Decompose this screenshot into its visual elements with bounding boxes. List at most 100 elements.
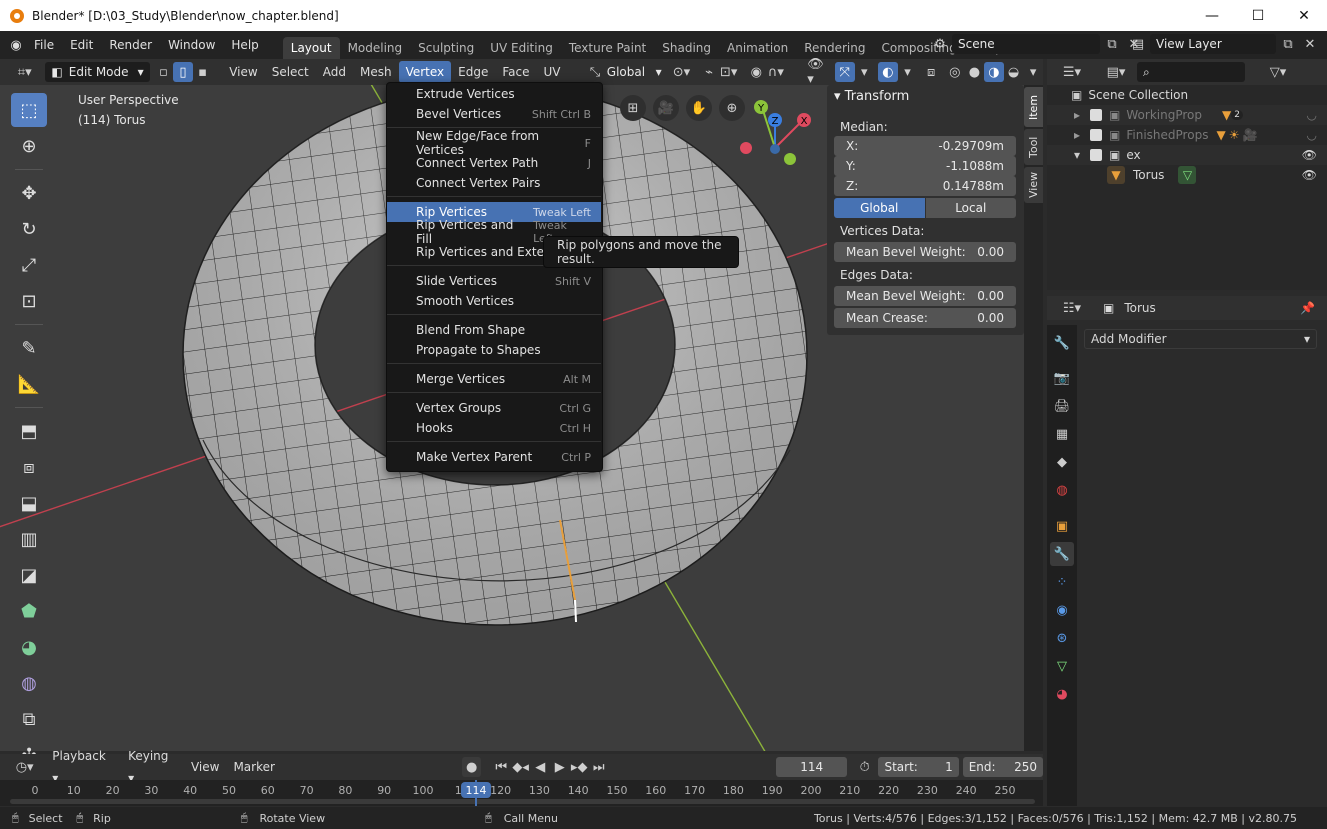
orientation-select[interactable]: Global ▾ — [604, 62, 664, 82]
playhead-marker[interactable]: 114 — [461, 782, 491, 798]
tab-uv-editing[interactable]: UV Editing — [482, 37, 561, 59]
overlay-dropdown-icon[interactable]: ▾ — [898, 62, 918, 82]
add-modifier-dropdown[interactable]: Add Modifier ▾ — [1084, 329, 1317, 349]
menu-new-edge-face[interactable]: New Edge/Face from Vertices F — [387, 129, 601, 157]
outliner-row-torus[interactable]: ▼ Torus ▽ 👁 — [1047, 165, 1327, 185]
measure-tool-icon[interactable]: 📐 — [11, 367, 47, 401]
menu-vertex-groups[interactable]: Vertex Groups Ctrl G — [387, 398, 601, 418]
shading-dropdown-icon[interactable]: ▾ — [1023, 62, 1043, 82]
timeline-ruler[interactable]: 250 240 230 220 210 200 190 180 170 160 150 140 130 1… — [0, 780, 1043, 806]
new-scene-icon[interactable]: ⧉ — [1102, 34, 1122, 54]
header-menu-face[interactable]: Face — [495, 61, 536, 83]
view-layer-field[interactable]: View Layer — [1150, 34, 1276, 54]
current-frame-field[interactable]: 114 — [776, 757, 847, 777]
overlay-icon[interactable]: ◐ — [878, 62, 898, 82]
mean-crease-field[interactable]: Mean Crease: 0.00 — [834, 308, 1016, 328]
menu-connect-vertex-path[interactable]: Connect Vertex Path J — [387, 153, 601, 173]
menu-merge-vertices[interactable]: Merge Vertices Alt M — [387, 369, 601, 389]
scene-field[interactable]: Scene — [952, 34, 1100, 54]
move-tool-icon[interactable]: ✥ — [11, 176, 47, 210]
loop-cut-tool-icon[interactable]: ▥ — [11, 522, 47, 556]
orientation-icon[interactable]: ⤡ — [585, 62, 605, 82]
tab-texture-paint[interactable]: Texture Paint — [561, 37, 654, 59]
menu-hooks[interactable]: Hooks Ctrl H — [387, 418, 601, 438]
new-view-layer-icon[interactable]: ⧉ — [1278, 34, 1298, 54]
pan-hand-icon[interactable]: ✋ — [686, 95, 712, 121]
vertex-select-icon[interactable]: ▫ — [154, 62, 174, 82]
properties-editor-icon[interactable]: ☷▾ — [1057, 298, 1087, 318]
timeline-editor-icon[interactable]: ◷▾ — [10, 757, 39, 777]
outliner-search-input[interactable]: ⌕ — [1137, 62, 1245, 82]
tab-tool[interactable]: Tool — [1024, 129, 1043, 165]
menu-blend-from-shape[interactable]: Blend From Shape — [387, 320, 601, 340]
snap-target-icon[interactable]: ⊡▾ — [719, 62, 739, 82]
timeline-menu-marker[interactable]: Marker — [226, 756, 281, 778]
median-z-field[interactable]: Z: 0.14788m — [834, 176, 1016, 196]
extrude-tool-icon[interactable]: ⬒ — [11, 414, 47, 448]
menu-slide-vertices[interactable]: Slide Vertices Shift V — [387, 271, 601, 291]
collapse-arrow-icon[interactable]: ▾ — [1074, 148, 1080, 162]
header-menu-add[interactable]: Add — [316, 61, 353, 83]
pin-icon[interactable]: 📌 — [1300, 301, 1315, 315]
shrink-tool-icon[interactable]: ⧉ — [11, 702, 47, 736]
transform-header[interactable]: ▾ Transform — [834, 89, 909, 104]
camera-icon[interactable]: 🎥 — [653, 95, 679, 121]
outliner-row-finishedprops[interactable]: ▸ ▣ FinishedProps ▼ ☀ 🎥 ◡ — [1047, 125, 1327, 145]
play-icon[interactable]: ▶ — [550, 757, 570, 777]
spin-tool-icon[interactable]: ◕ — [11, 630, 47, 664]
mesh-data-icon[interactable]: ▽ — [1178, 166, 1197, 184]
rotate-tool-icon[interactable]: ↻ — [11, 212, 47, 246]
vertex-bevel-weight-field[interactable]: Mean Bevel Weight: 0.00 — [834, 242, 1016, 262]
tab-sculpting[interactable]: Sculpting — [410, 37, 482, 59]
header-menu-edge[interactable]: Edge — [451, 61, 495, 83]
solid-shading-icon[interactable]: ● — [965, 62, 985, 82]
world-properties-icon[interactable]: ◍ — [1050, 478, 1074, 502]
checkbox-icon[interactable] — [1090, 109, 1103, 121]
hidden-eye-icon[interactable]: ◡ — [1307, 108, 1317, 122]
median-y-field[interactable]: Y: -1.1088m — [834, 156, 1016, 176]
menu-smooth-vertices[interactable]: Smooth Vertices — [387, 291, 601, 311]
menu-edit[interactable]: Edit — [62, 31, 101, 59]
face-select-icon[interactable]: ▪ — [193, 62, 213, 82]
tab-modeling[interactable]: Modeling — [340, 37, 411, 59]
header-menu-view[interactable]: View — [222, 61, 264, 83]
checkbox-icon[interactable] — [1090, 149, 1103, 161]
menu-bevel-vertices[interactable]: Bevel Vertices Shift Ctrl B — [387, 104, 601, 124]
transform-tool-icon[interactable]: ⊡ — [11, 284, 47, 318]
modifier-properties-icon[interactable]: 🔧 — [1050, 542, 1074, 566]
tab-shading[interactable]: Shading — [654, 37, 719, 59]
mode-select[interactable]: ◧ Edit Mode ▾ — [45, 62, 150, 82]
proportional-edit-icon[interactable]: ◉ — [747, 62, 767, 82]
timeline-scrollbar[interactable] — [10, 799, 1035, 804]
object-properties-icon[interactable]: ▣ — [1050, 514, 1074, 538]
play-reverse-icon[interactable]: ◀ — [530, 757, 550, 777]
inset-tool-icon[interactable]: ⧈ — [11, 450, 47, 484]
falloff-icon[interactable]: ∩▾ — [766, 62, 786, 82]
scene-properties-icon[interactable]: ◆ — [1050, 450, 1074, 474]
global-button[interactable]: Global — [834, 198, 925, 218]
hidden-eye-icon[interactable]: ◡ — [1307, 128, 1317, 142]
blender-menu-icon[interactable]: ◉ — [6, 35, 26, 55]
menu-help[interactable]: Help — [223, 31, 266, 59]
prev-keyframe-icon[interactable]: ◆◂ — [511, 757, 531, 777]
tab-view[interactable]: View — [1024, 167, 1043, 203]
gizmo-dropdown-icon[interactable]: ▾ — [855, 62, 875, 82]
delete-view-layer-icon[interactable]: ✕ — [1300, 34, 1320, 54]
render-properties-icon[interactable]: 📷 — [1050, 366, 1074, 390]
rendered-shading-icon[interactable]: ◒ — [1004, 62, 1024, 82]
next-keyframe-icon[interactable]: ▸◆ — [569, 757, 589, 777]
timeline-menu-view[interactable]: View — [184, 756, 226, 778]
jump-end-icon[interactable]: ⏭ — [589, 757, 609, 777]
maximize-button[interactable]: ☐ — [1235, 0, 1281, 31]
menu-file[interactable]: File — [26, 31, 62, 59]
expand-arrow-icon[interactable]: ▸ — [1074, 108, 1080, 122]
view-layer-icon[interactable]: ▤ — [1128, 34, 1148, 54]
expand-arrow-icon[interactable]: ▸ — [1074, 128, 1080, 142]
eye-icon[interactable]: 👁 — [1302, 168, 1317, 182]
menu-propagate-to-shapes[interactable]: Propagate to Shapes — [387, 340, 601, 360]
gizmo-icon[interactable]: ⤧ — [834, 62, 855, 82]
end-frame-field[interactable]: End: 250 — [962, 757, 1043, 777]
grid-view-icon[interactable]: ⊞ — [620, 95, 646, 121]
snap-icon[interactable]: ⌁ — [699, 62, 719, 82]
xray-icon[interactable]: ⧈ — [921, 62, 941, 82]
